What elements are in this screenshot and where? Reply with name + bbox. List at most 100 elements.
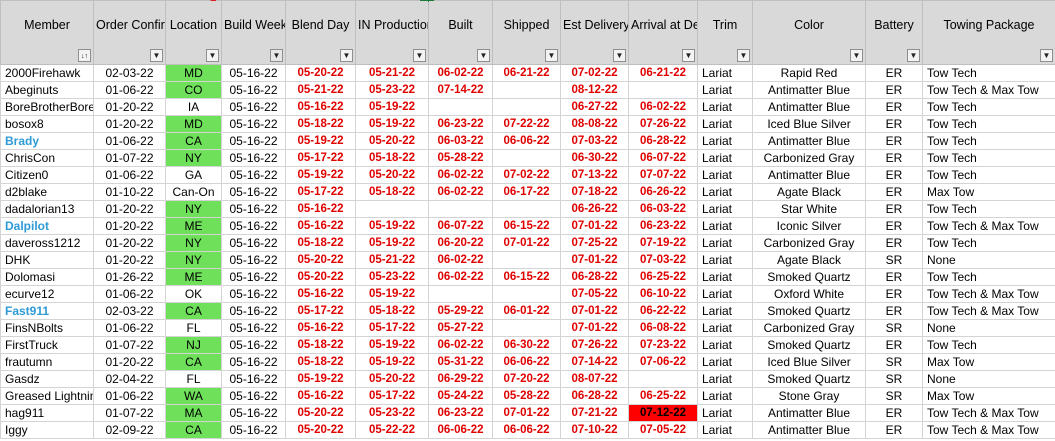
cell-tow[interactable]: Tow Tech xyxy=(922,166,1055,184)
cell-build[interactable]: 05-16-22 xyxy=(221,64,286,82)
cell-inprod[interactable]: 05-19-22 xyxy=(355,98,429,116)
filter-dropdown-icon[interactable]: ▼ xyxy=(545,49,558,62)
cell-shipped[interactable]: 06-30-22 xyxy=(492,336,561,354)
cell-member[interactable]: FinsNBolts xyxy=(0,319,94,337)
cell-arrival[interactable]: 06-03-22 xyxy=(628,200,698,218)
cell-trim[interactable]: Lariat xyxy=(697,64,753,82)
cell-order[interactable]: 02-03-22 xyxy=(93,64,166,82)
cell-build[interactable]: 05-16-22 xyxy=(221,149,286,167)
cell-battery[interactable]: ER xyxy=(865,421,923,439)
cell-est[interactable]: 07-01-22 xyxy=(560,319,629,337)
cell-order[interactable]: 01-06-22 xyxy=(93,81,166,99)
cell-battery[interactable]: ER xyxy=(865,404,923,422)
cell-battery[interactable]: SR xyxy=(865,370,923,388)
cell-built[interactable]: 06-20-22 xyxy=(428,234,493,252)
filter-dropdown-icon[interactable]: ▼ xyxy=(413,49,426,62)
cell-color[interactable]: Smoked Quartz xyxy=(752,370,866,388)
cell-est[interactable]: 06-28-22 xyxy=(560,268,629,286)
cell-blend[interactable]: 05-20-22 xyxy=(285,421,356,439)
cell-arrival[interactable]: 06-22-22 xyxy=(628,302,698,320)
filter-dropdown-icon[interactable]: ▼ xyxy=(477,49,490,62)
cell-built[interactable]: 06-06-22 xyxy=(428,421,493,439)
cell-inprod[interactable]: 05-17-22 xyxy=(355,387,429,405)
cell-est[interactable]: 06-28-22 xyxy=(560,387,629,405)
cell-arrival[interactable]: 07-26-22 xyxy=(628,115,698,133)
cell-inprod[interactable]: 05-18-22 xyxy=(355,149,429,167)
cell-loc[interactable]: ME xyxy=(165,217,222,235)
cell-member[interactable]: Iggy xyxy=(0,421,94,439)
cell-tow[interactable]: Tow Tech xyxy=(922,132,1055,150)
cell-shipped[interactable]: 06-01-22 xyxy=(492,302,561,320)
cell-trim[interactable]: Lariat xyxy=(697,268,753,286)
cell-inprod[interactable]: 05-19-22 xyxy=(355,285,429,303)
cell-arrival[interactable] xyxy=(628,370,698,388)
cell-inprod[interactable]: 05-22-22 xyxy=(355,421,429,439)
cell-arrival[interactable]: 06-25-22 xyxy=(628,387,698,405)
column-header-location[interactable]: Location ▼ xyxy=(165,0,222,65)
cell-blend[interactable]: 05-18-22 xyxy=(285,353,356,371)
cell-member[interactable]: dadalorian13 xyxy=(0,200,94,218)
cell-est[interactable]: 07-01-22 xyxy=(560,302,629,320)
cell-trim[interactable]: Lariat xyxy=(697,98,753,116)
cell-loc[interactable]: NY xyxy=(165,149,222,167)
cell-blend[interactable]: 05-18-22 xyxy=(285,234,356,252)
cell-arrival[interactable]: 06-23-22 xyxy=(628,217,698,235)
cell-loc[interactable]: WA xyxy=(165,387,222,405)
cell-blend[interactable]: 05-20-22 xyxy=(285,64,356,82)
cell-order[interactable]: 01-06-22 xyxy=(93,387,166,405)
cell-trim[interactable]: Lariat xyxy=(697,251,753,269)
cell-shipped[interactable]: 07-01-22 xyxy=(492,404,561,422)
active-filter-icon[interactable]: ▼ xyxy=(270,49,283,62)
cell-est[interactable]: 07-21-22 xyxy=(560,404,629,422)
cell-blend[interactable]: 05-18-22 xyxy=(285,336,356,354)
cell-order[interactable]: 02-03-22 xyxy=(93,302,166,320)
cell-built[interactable] xyxy=(428,200,493,218)
cell-shipped[interactable] xyxy=(492,149,561,167)
column-header-member[interactable]: Member ↓↑ xyxy=(0,0,94,65)
cell-inprod[interactable]: 05-20-22 xyxy=(355,166,429,184)
cell-built[interactable]: 06-02-22 xyxy=(428,268,493,286)
cell-est[interactable]: 07-13-22 xyxy=(560,166,629,184)
cell-order[interactable]: 01-06-22 xyxy=(93,285,166,303)
cell-trim[interactable]: Lariat xyxy=(697,166,753,184)
cell-order[interactable]: 01-20-22 xyxy=(93,234,166,252)
cell-loc[interactable]: OK xyxy=(165,285,222,303)
cell-shipped[interactable]: 07-01-22 xyxy=(492,234,561,252)
cell-order[interactable]: 01-20-22 xyxy=(93,251,166,269)
cell-order[interactable]: 01-20-22 xyxy=(93,115,166,133)
spreadsheet[interactable]: Member↓↑Order Confirm Date▼Location▼Buil… xyxy=(0,0,1055,441)
cell-built[interactable]: 06-02-22 xyxy=(428,64,493,82)
cell-loc[interactable]: CA xyxy=(165,132,222,150)
cell-color[interactable]: Iced Blue Silver xyxy=(752,115,866,133)
cell-est[interactable]: 07-01-22 xyxy=(560,217,629,235)
cell-tow[interactable]: Tow Tech xyxy=(922,234,1055,252)
filter-dropdown-icon[interactable]: ▼ xyxy=(850,49,863,62)
cell-battery[interactable]: ER xyxy=(865,166,923,184)
cell-trim[interactable]: Lariat xyxy=(697,149,753,167)
cell-battery[interactable]: SR xyxy=(865,353,923,371)
cell-arrival[interactable] xyxy=(628,81,698,99)
cell-tow[interactable]: None xyxy=(922,251,1055,269)
cell-build[interactable]: 05-16-22 xyxy=(221,353,286,371)
cell-arrival[interactable]: 06-28-22 xyxy=(628,132,698,150)
cell-member[interactable]: FirstTruck xyxy=(0,336,94,354)
cell-color[interactable]: Smoked Quartz xyxy=(752,336,866,354)
cell-trim[interactable]: Lariat xyxy=(697,217,753,235)
cell-order[interactable]: 01-06-22 xyxy=(93,319,166,337)
cell-arrival[interactable]: 06-25-22 xyxy=(628,268,698,286)
cell-order[interactable]: 01-06-22 xyxy=(93,166,166,184)
cell-blend[interactable]: 05-17-22 xyxy=(285,183,356,201)
cell-order[interactable]: 01-06-22 xyxy=(93,132,166,150)
filter-dropdown-icon[interactable]: ▼ xyxy=(737,49,750,62)
cell-color[interactable]: Carbonized Gray xyxy=(752,319,866,337)
cell-shipped[interactable] xyxy=(492,98,561,116)
cell-loc[interactable]: CO xyxy=(165,81,222,99)
filter-dropdown-icon[interactable]: ▼ xyxy=(150,49,163,62)
cell-member[interactable]: daveross1212 xyxy=(0,234,94,252)
cell-color[interactable]: Antimatter Blue xyxy=(752,132,866,150)
cell-built[interactable]: 06-02-22 xyxy=(428,251,493,269)
cell-shipped[interactable]: 06-15-22 xyxy=(492,268,561,286)
cell-built[interactable]: 05-28-22 xyxy=(428,149,493,167)
cell-loc[interactable]: FL xyxy=(165,319,222,337)
cell-color[interactable]: Rapid Red xyxy=(752,64,866,82)
